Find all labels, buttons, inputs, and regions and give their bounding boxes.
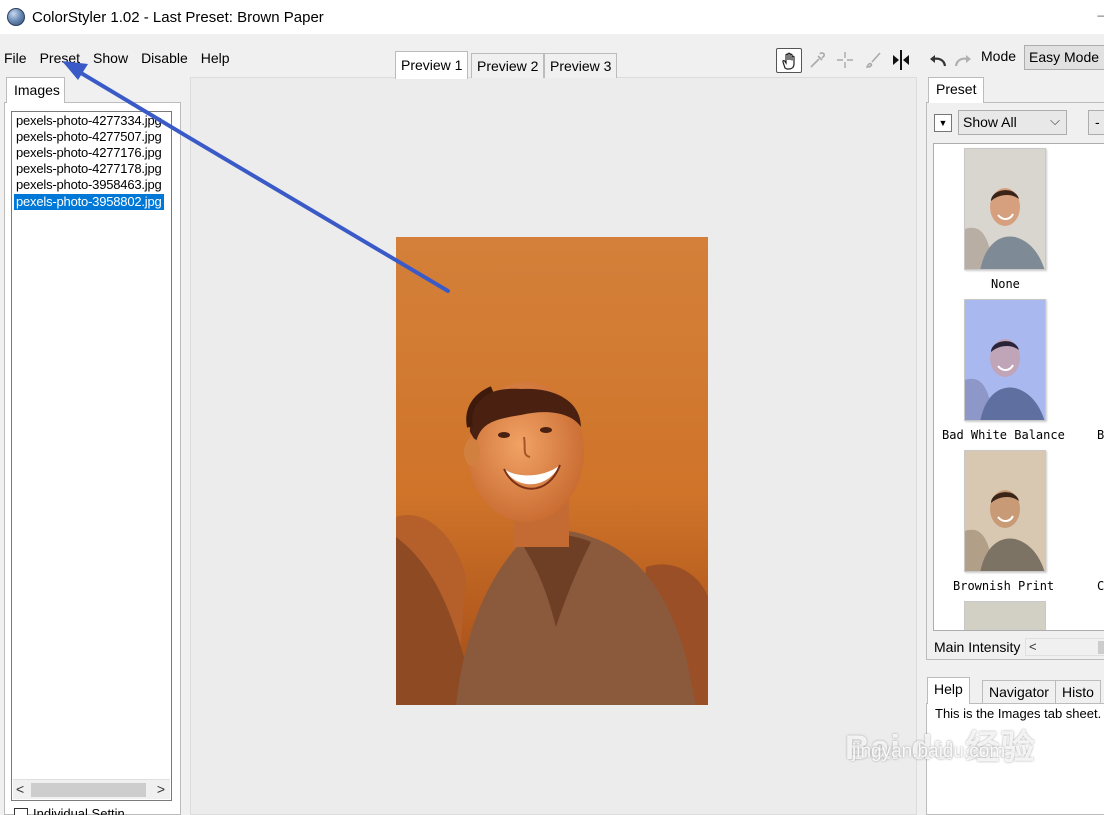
preset-thumb-next[interactable] — [964, 601, 1046, 630]
scrollbar-thumb[interactable] — [31, 783, 146, 797]
window-title: ColorStyler 1.02 - Last Preset: Brown Pa… — [32, 8, 324, 26]
menu-file[interactable]: File — [4, 50, 27, 66]
mode-dropdown[interactable]: Easy Mode — [1024, 45, 1104, 70]
app-logo-icon — [7, 8, 25, 26]
file-list-item[interactable]: pexels-photo-4277176.jpg — [14, 145, 164, 161]
preset-thumb-bad-white-balance[interactable] — [964, 299, 1046, 421]
individual-settings-label: Individual Settin — [33, 806, 125, 815]
file-list-item[interactable]: pexels-photo-4277178.jpg — [14, 161, 164, 177]
preset-label-brownish-print: Brownish Print — [953, 579, 1055, 593]
preset-menu-button[interactable]: ▼ — [934, 114, 952, 132]
tab-preview-1[interactable]: Preview 1 — [395, 51, 469, 79]
preset-thumb-none[interactable] — [964, 148, 1046, 270]
preset-preview-image — [965, 300, 1045, 420]
image-file-list[interactable]: pexels-photo-4277334.jpg pexels-photo-42… — [11, 111, 172, 801]
preset-label-bad-white-balance: Bad White Balance — [942, 428, 1065, 442]
preset-filter-value: Show All — [963, 114, 1017, 130]
main-intensity-label: Main Intensity — [934, 639, 1021, 655]
preset-preview-image — [965, 602, 1045, 630]
scroll-right-icon[interactable]: > — [157, 781, 165, 797]
preset-preview-image — [965, 149, 1045, 269]
menu-help[interactable]: Help — [201, 50, 230, 66]
preview-photo[interactable] — [396, 237, 708, 705]
preset-label-partial: C — [1097, 579, 1104, 593]
tab-preview-2[interactable]: Preview 2 — [471, 53, 545, 78]
split-compare-icon[interactable] — [889, 48, 913, 72]
scroll-left-icon[interactable]: < — [16, 781, 24, 797]
tab-preset[interactable]: Preset — [928, 77, 984, 103]
tab-preview-3[interactable]: Preview 3 — [544, 53, 618, 78]
hand-tool-icon[interactable] — [776, 48, 802, 73]
slider-thumb[interactable] — [1098, 641, 1104, 654]
slider-left-icon[interactable]: < — [1029, 639, 1037, 654]
file-list-horizontal-scrollbar[interactable]: < > — [13, 779, 170, 799]
file-list-item[interactable]: pexels-photo-4277507.jpg — [14, 129, 164, 145]
preset-preview-image — [965, 451, 1045, 571]
main-intensity-slider[interactable]: < — [1025, 638, 1104, 656]
minimize-button[interactable]: – — [1097, 8, 1104, 22]
tab-help[interactable]: Help — [927, 677, 970, 704]
menu-show[interactable]: Show — [93, 50, 128, 66]
title-bar: ColorStyler 1.02 - Last Preset: Brown Pa… — [0, 0, 1104, 34]
watermark-url-text: jingyan.baidu.com — [852, 741, 1006, 762]
file-list-item[interactable]: pexels-photo-3958463.jpg — [14, 177, 164, 193]
brush-icon[interactable] — [861, 48, 885, 72]
menu-preset[interactable]: Preset — [40, 50, 80, 66]
individual-settings-checkbox[interactable] — [14, 808, 28, 815]
crosshair-icon[interactable] — [833, 48, 857, 72]
tab-images[interactable]: Images — [6, 77, 65, 103]
help-text: This is the Images tab sheet. — [935, 706, 1102, 721]
redo-icon[interactable] — [951, 48, 975, 72]
chevron-down-icon: ⌵ — [1050, 113, 1060, 128]
preset-thumb-brownish-print[interactable] — [964, 450, 1046, 572]
mode-label: Mode — [981, 48, 1017, 64]
preset-minus-button[interactable]: - — [1088, 110, 1104, 135]
file-list-item-selected[interactable]: pexels-photo-3958802.jpg — [14, 194, 164, 210]
preset-label-none: None — [991, 277, 1020, 291]
undo-icon[interactable] — [926, 48, 950, 72]
tab-histogram[interactable]: Histo — [1055, 680, 1101, 704]
eyedropper-icon[interactable] — [806, 48, 830, 72]
file-list-item[interactable]: pexels-photo-4277334.jpg — [14, 113, 164, 129]
tab-navigator[interactable]: Navigator — [982, 680, 1056, 704]
menu-bar: File Preset Show Disable Help — [4, 50, 243, 66]
preset-label-partial: B — [1097, 428, 1104, 442]
photo-illustration — [396, 237, 708, 705]
menu-disable[interactable]: Disable — [141, 50, 188, 66]
preset-filter-dropdown[interactable]: Show All ⌵ — [958, 110, 1067, 135]
